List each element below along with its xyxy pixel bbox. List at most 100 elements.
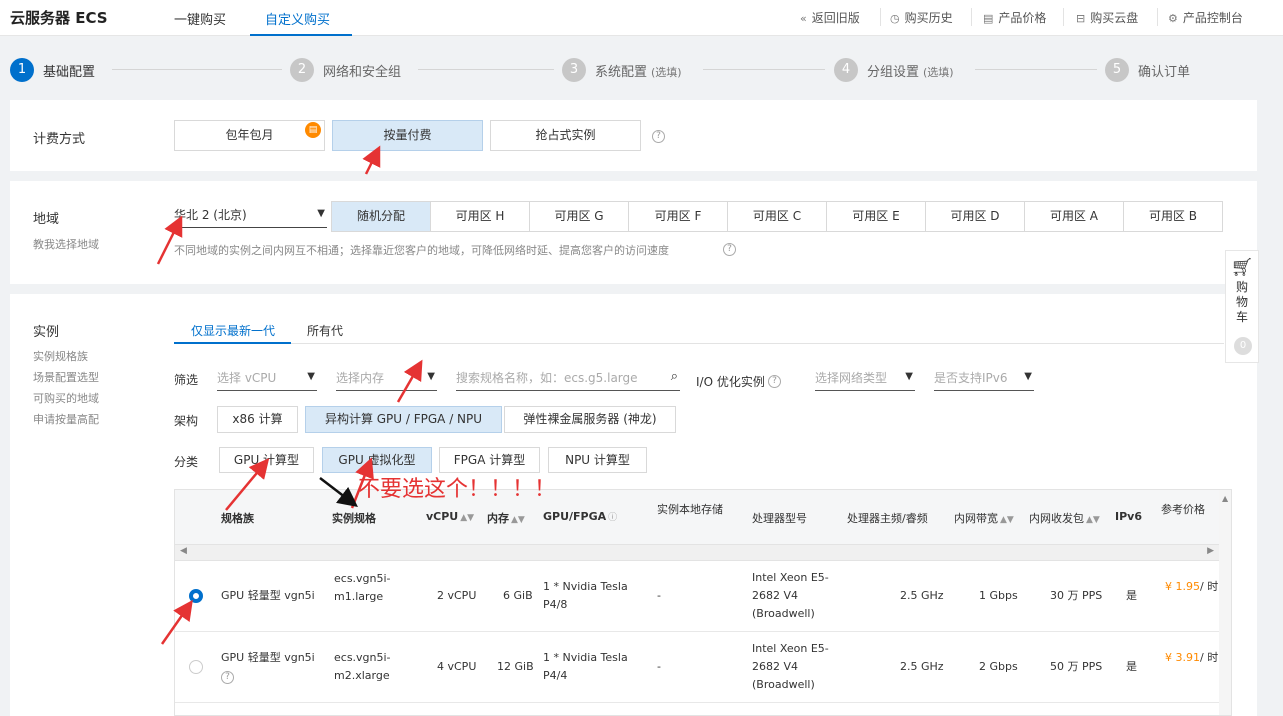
col-local-storage: 实例本地存储 bbox=[657, 503, 723, 516]
tab-one-click-buy[interactable]: 一键购买 bbox=[174, 9, 226, 28]
zone-option[interactable]: 可用区 H bbox=[431, 202, 530, 231]
col-memory[interactable]: 内存 ▲▼ bbox=[487, 510, 525, 526]
link-request-quota[interactable]: 申请按量高配 bbox=[33, 411, 99, 427]
arch-label: 架构 bbox=[174, 414, 199, 428]
filter-label: 筛选 bbox=[174, 373, 199, 387]
step-5-number: 5 bbox=[1105, 58, 1129, 82]
billing-subscription-button[interactable]: 包年包月 bbox=[174, 120, 325, 151]
step-connector bbox=[112, 69, 282, 70]
category-gpu-virtualized-button[interactable]: GPU 虚拟化型 bbox=[322, 447, 432, 473]
zone-option[interactable]: 可用区 C bbox=[728, 202, 827, 231]
vertical-scrollbar[interactable]: ▲ bbox=[1219, 490, 1231, 715]
divider bbox=[971, 8, 972, 26]
region-select[interactable]: 华北 2 (北京) ▼ bbox=[174, 206, 327, 228]
link-product-price[interactable]: ▤ 产品价格 bbox=[983, 9, 1046, 26]
caret-down-icon: ▼ bbox=[1024, 371, 1032, 382]
io-label-text: I/O 优化实例 bbox=[696, 375, 765, 389]
spec-search-input[interactable]: 搜索规格名称，如：ecs.g5.large ⌕ bbox=[456, 369, 680, 391]
col-pps-label: 内网收发包 bbox=[1029, 512, 1084, 525]
table-row[interactable]: GPU 轻量型 vgn5i ecs.vgn5i-m1.large 2 vCPU … bbox=[175, 561, 1219, 632]
arch-heterogeneous-button[interactable]: 异构计算 GPU / FPGA / NPU bbox=[305, 406, 502, 433]
category-gpu-compute-button[interactable]: GPU 计算型 bbox=[219, 447, 314, 473]
zone-option[interactable]: 可用区 G bbox=[530, 202, 629, 231]
cell-price: ¥ 3.91/ 时 bbox=[1165, 649, 1218, 667]
category-npu-button[interactable]: NPU 计算型 bbox=[548, 447, 647, 473]
cell-family: GPU 轻量型 vgn5i bbox=[221, 651, 315, 664]
billing-pay-as-you-go-button[interactable]: 按量付费 bbox=[332, 120, 483, 151]
link-label: 购买历史 bbox=[904, 11, 953, 25]
arch-bare-metal-button[interactable]: 弹性裸金属服务器 (神龙) bbox=[504, 406, 676, 433]
row-radio[interactable] bbox=[189, 589, 203, 603]
active-tab-underline bbox=[250, 34, 352, 36]
col-cpu-model: 处理器型号 bbox=[752, 512, 807, 525]
help-icon[interactable]: ? bbox=[652, 130, 665, 143]
memory-select[interactable]: 选择内存 ▼ bbox=[336, 369, 437, 391]
instance-label: 实例 bbox=[33, 325, 60, 340]
link-buy-disk[interactable]: ⊟ 购买云盘 bbox=[1076, 9, 1138, 26]
price-value: ¥ 3.91 bbox=[1165, 651, 1200, 664]
scroll-up-icon[interactable]: ▲ bbox=[1222, 494, 1228, 503]
cell-pps: 30 万 PPS bbox=[1050, 589, 1103, 602]
link-available-regions[interactable]: 可购买的地域 bbox=[33, 390, 99, 406]
col-spec: 实例规格 bbox=[332, 512, 376, 525]
sort-icon: ▲▼ bbox=[1086, 515, 1100, 525]
help-icon[interactable]: ? bbox=[768, 375, 781, 388]
col-bandwidth-label: 内网带宽 bbox=[954, 512, 998, 525]
caret-down-icon: ▼ bbox=[427, 371, 435, 382]
zone-option[interactable]: 可用区 B bbox=[1124, 202, 1222, 231]
step-4-title: 分组设置 bbox=[867, 65, 920, 80]
col-bandwidth[interactable]: 内网带宽 ▲▼ bbox=[954, 510, 1014, 526]
billing-label: 计费方式 bbox=[33, 132, 86, 147]
step-3-title: 系统配置 bbox=[595, 65, 648, 80]
step-connector bbox=[975, 69, 1097, 70]
scroll-left-icon[interactable]: ◀ bbox=[180, 546, 187, 556]
region-help-link[interactable]: 教我选择地域 bbox=[33, 236, 99, 252]
network-type-select[interactable]: 选择网络类型 ▼ bbox=[815, 369, 915, 391]
ipv6-select[interactable]: 是否支持IPv6 ▼ bbox=[934, 369, 1034, 391]
region-hint: 不同地域的实例之间内网互不相通；选择靠近您客户的地域，可降低网络时延、提高您客户… bbox=[174, 244, 669, 257]
link-instance-family[interactable]: 实例规格族 bbox=[33, 348, 88, 364]
search-icon[interactable]: ⌕ bbox=[671, 369, 678, 384]
tab-all-generations[interactable]: 所有代 bbox=[307, 322, 343, 339]
annotation-text: 不要选这个！！！！ bbox=[358, 477, 557, 502]
region-label: 地域 bbox=[33, 212, 60, 227]
link-purchase-history[interactable]: ◷ 购买历史 bbox=[890, 9, 953, 26]
zone-option[interactable]: 随机分配 bbox=[332, 202, 431, 231]
cart-icon: 🛒︎ bbox=[1230, 257, 1254, 278]
cell-bandwidth: 2 Gbps bbox=[979, 660, 1018, 673]
divider bbox=[1157, 8, 1158, 26]
help-icon[interactable]: ? bbox=[723, 243, 736, 256]
tab-latest-generation[interactable]: 仅显示最新一代 bbox=[191, 322, 275, 339]
zone-option[interactable]: 可用区 D bbox=[926, 202, 1025, 231]
shopping-cart[interactable]: 🛒︎ 购物车 0 bbox=[1225, 250, 1259, 363]
horizontal-scrollbar[interactable]: ◀ ▶ bbox=[175, 545, 1219, 561]
step-4-label: 分组设置 (选填) bbox=[867, 61, 954, 80]
link-label: 产品控制台 bbox=[1182, 11, 1243, 25]
step-3-optional: (选填) bbox=[651, 66, 682, 79]
link-scenario-selection[interactable]: 场景配置选型 bbox=[33, 369, 99, 385]
link-product-console[interactable]: ⚙ 产品控制台 bbox=[1168, 9, 1243, 26]
tab-custom-buy[interactable]: 自定义购买 bbox=[265, 9, 330, 28]
col-pps[interactable]: 内网收发包 ▲▼ bbox=[1029, 510, 1100, 526]
zone-option[interactable]: 可用区 A bbox=[1025, 202, 1124, 231]
scroll-right-icon[interactable]: ▶ bbox=[1207, 546, 1214, 556]
help-icon[interactable]: ? bbox=[221, 671, 234, 684]
zone-option[interactable]: 可用区 E bbox=[827, 202, 926, 231]
cell-memory: 6 GiB bbox=[503, 589, 533, 602]
vcpu-select[interactable]: 选择 vCPU ▼ bbox=[217, 369, 317, 391]
category-fpga-button[interactable]: FPGA 计算型 bbox=[439, 447, 540, 473]
step-indicator: 1 基础配置 2 网络和安全组 3 系统配置 (选填) 4 分组设置 (选填) 5 … bbox=[0, 44, 1283, 94]
step-4-number: 4 bbox=[834, 58, 858, 82]
col-vcpu[interactable]: vCPU ▲▼ bbox=[426, 510, 474, 523]
zone-option[interactable]: 可用区 F bbox=[629, 202, 728, 231]
row-radio[interactable] bbox=[189, 660, 203, 674]
table-row[interactable]: GPU 轻量型 vgn5i ? ecs.vgn5i-m2.xlarge 4 vC… bbox=[175, 632, 1219, 703]
billing-preemptible-button[interactable]: 抢占式实例 bbox=[490, 120, 641, 151]
arch-x86-button[interactable]: x86 计算 bbox=[217, 406, 298, 433]
price-value: ¥ 1.95 bbox=[1165, 580, 1200, 593]
sort-icon: ▲▼ bbox=[511, 515, 525, 525]
cell-family: GPU 轻量型 vgn5i bbox=[221, 589, 315, 602]
vcpu-placeholder: 选择 vCPU bbox=[217, 371, 277, 385]
link-back-old-version[interactable]: « 返回旧版 bbox=[800, 9, 860, 26]
instance-table: 规格族 实例规格 vCPU ▲▼ 内存 ▲▼ GPU/FPGA ⓘ 实例本地存储 处理… bbox=[174, 489, 1232, 716]
